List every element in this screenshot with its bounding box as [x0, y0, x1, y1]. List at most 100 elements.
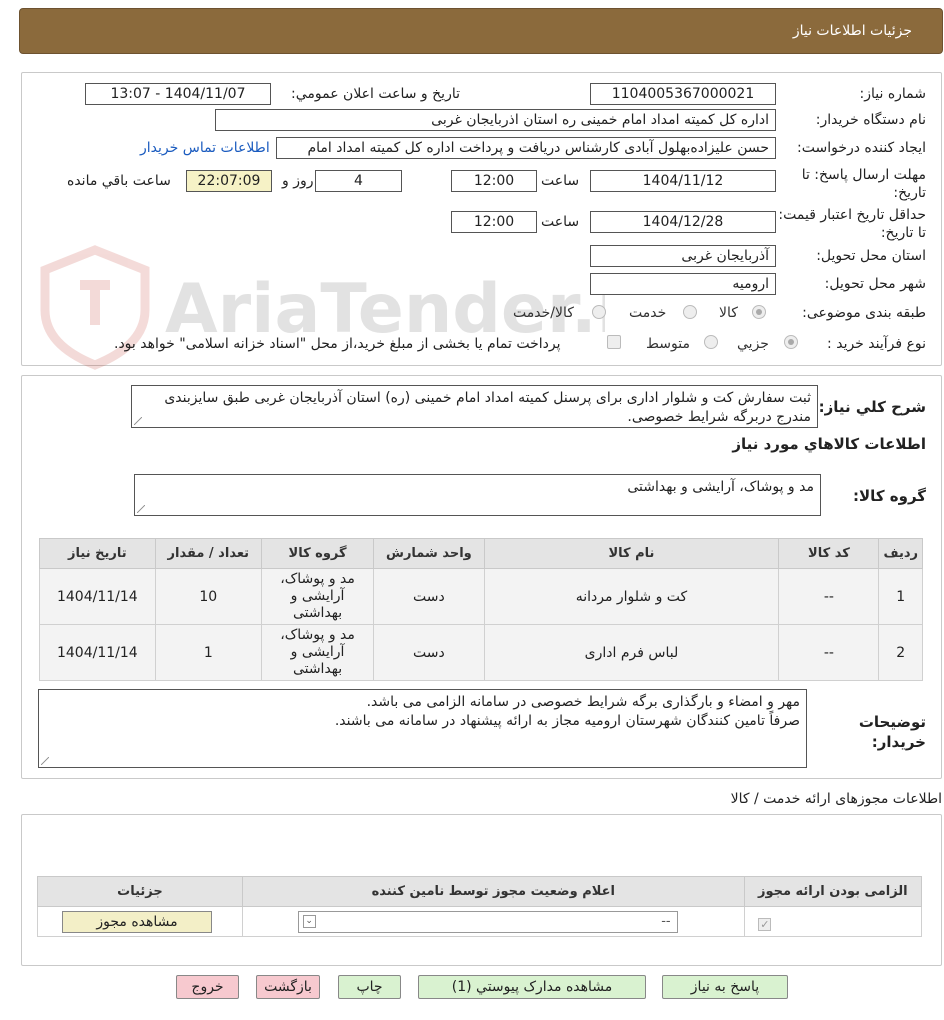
table-row: ✓ ⌄ -- مشاهده مجوز [37, 906, 923, 937]
cell-name: کت و شلوار مردانه [483, 568, 780, 625]
goods-group-text: مد و پوشاک، آرایشی و بهداشتی [627, 479, 814, 495]
cell-index: 1 [878, 568, 923, 625]
delivery-city-label: شهر محل تحویل: [824, 276, 926, 292]
cell-permit-required: ✓ [743, 906, 923, 937]
category-radio-service[interactable] [683, 305, 697, 319]
category-radio-goods-service[interactable] [592, 305, 606, 319]
buyer-notes-line-2: صرفاً تامین کنندگان شهرستان ارومیه مجاز … [334, 713, 800, 729]
treasury-bonds-checkbox[interactable] [607, 335, 621, 349]
price-validity-time-label: ساعت [541, 214, 580, 230]
view-permit-button[interactable]: مشاهده مجوز [62, 910, 212, 933]
col-index: ردیف [878, 538, 923, 569]
process-radio-minor[interactable] [784, 335, 798, 349]
deadline-time-label: ساعت [541, 173, 580, 189]
col-name: نام کالا [483, 538, 780, 569]
remaining-time-field: 22:07:09 [186, 170, 272, 192]
description-label: شرح کلي نیاز: [818, 398, 926, 416]
view-attachments-button[interactable]: مشاهده مدارک پیوستي (1) [418, 975, 646, 999]
cell-date: 1404/11/14 [39, 624, 156, 681]
buyer-notes-line-1: مهر و امضاء و بارگذاری برگه شرایط خصوصی … [366, 694, 800, 710]
price-validity-time-field: 12:00 [451, 211, 537, 233]
buyer-org-field: اداره کل کمیته امداد امام خمینی ره استان… [215, 109, 776, 131]
exit-button[interactable]: خروج [176, 975, 239, 999]
col-unit: واحد شمارش [373, 538, 485, 569]
price-validity-label: حداقل تاریخ اعتبار قیمت: تا تاریخ: [778, 207, 926, 241]
goods-table: ردیف کد کالا نام کالا واحد شمارش گروه کا… [39, 538, 923, 681]
permit-status-select[interactable]: ⌄ -- [297, 910, 678, 933]
description-textarea[interactable]: ثبت سفارش کت و شلوار اداری برای پرسنل کم… [131, 385, 818, 428]
cell-group: مد و پوشاک، آرایشی و بهداشتی [260, 624, 375, 681]
cell-group: مد و پوشاک، آرایشی و بهداشتی [260, 568, 375, 625]
process-option-minor: جزیي [737, 336, 769, 352]
creator-label: ایجاد کننده درخواست: [797, 140, 926, 156]
process-option-medium: متوسط [646, 336, 690, 352]
permit-status-value: -- [661, 913, 671, 929]
buyer-notes-textarea[interactable]: مهر و امضاء و بارگذاری برگه شرایط خصوصی … [38, 689, 807, 768]
col-permit-details: جزئیات [37, 876, 243, 907]
cell-permit-status: ⌄ -- [241, 906, 745, 937]
col-permit-status: اعلام وضعیت مجوز توسط نامین کننده [241, 876, 745, 907]
buyer-org-label: نام دستگاه خریدار: [815, 112, 926, 128]
category-option-goods-service: کالا/خدمت [513, 305, 574, 321]
description-text: ثبت سفارش کت و شلوار اداری برای پرسنل کم… [164, 390, 811, 425]
days-label: روز و [282, 173, 314, 189]
cell-code: -- [778, 568, 880, 625]
table-row: 2 -- لباس فرم اداری دست مد و پوشاک، آرای… [39, 624, 923, 681]
announce-date-label: تاریخ و ساعت اعلان عمومي: [291, 86, 460, 102]
remaining-time-label: ساعت باقي مانده [67, 173, 171, 189]
goods-table-header: ردیف کد کالا نام کالا واحد شمارش گروه کا… [39, 538, 923, 569]
deadline-date-field: 1404/11/12 [590, 170, 776, 192]
buyer-notes-label: توضیحات خریدار: [858, 713, 926, 751]
buyer-contact-link[interactable]: اطلاعات تماس خریدار [140, 140, 270, 156]
col-date: تاریخ نیاز [39, 538, 156, 569]
reply-to-need-button[interactable]: پاسخ به نیاز [662, 975, 788, 999]
col-code: کد کالا [778, 538, 880, 569]
announce-date-field: 1404/11/07 - 13:07 [85, 83, 271, 105]
print-button[interactable]: چاپ [338, 975, 401, 999]
goods-section-title: اطلاعات کالاهاي مورد نیاز [732, 435, 926, 453]
cell-index: 2 [878, 624, 923, 681]
price-validity-date-field: 1404/12/28 [590, 211, 776, 233]
goods-group-textarea[interactable]: مد و پوشاک، آرایشی و بهداشتی [134, 474, 821, 516]
resize-grip-icon[interactable] [137, 505, 145, 513]
delivery-city-field: ارومیه [590, 273, 776, 295]
cell-permit-details: مشاهده مجوز [37, 906, 243, 937]
process-radio-medium[interactable] [704, 335, 718, 349]
delivery-province-label: استان محل تحویل: [816, 248, 926, 264]
cell-name: لباس فرم اداری [483, 624, 780, 681]
category-label: طبقه بندی موضوعی: [802, 305, 926, 321]
delivery-province-field: آذربایجان غربی [590, 245, 776, 267]
cell-unit: دست [373, 568, 485, 625]
col-group: گروه کالا [260, 538, 375, 569]
cell-code: -- [778, 624, 880, 681]
page-title: جزئیات اطلاعات نیاز [792, 23, 912, 39]
cell-unit: دست [373, 624, 485, 681]
cell-date: 1404/11/14 [39, 568, 156, 625]
deadline-time-field: 12:00 [451, 170, 537, 192]
resize-grip-icon[interactable] [134, 417, 142, 425]
permit-required-checkbox[interactable]: ✓ [758, 917, 772, 931]
creator-field: حسن علیزاده‌بهلول آبادی کارشناس دریافت و… [276, 137, 776, 159]
cell-qty: 10 [154, 568, 262, 625]
category-radio-goods[interactable] [752, 305, 766, 319]
cell-qty: 1 [154, 624, 262, 681]
treasury-bonds-note: پرداخت تمام یا بخشی از مبلغ خرید،از محل … [114, 336, 561, 352]
days-remaining-field: 4 [315, 170, 402, 192]
purchase-process-label: نوع فرآیند خرید : [827, 336, 926, 352]
category-option-service: خدمت [629, 305, 667, 321]
resize-grip-icon[interactable] [41, 757, 49, 765]
chevron-down-icon: ⌄ [302, 914, 316, 928]
back-button[interactable]: بازگشت [256, 975, 320, 999]
permits-table-header: الزامی بودن ارائه مجوز اعلام وضعیت مجوز … [37, 876, 923, 907]
permits-table: الزامی بودن ارائه مجوز اعلام وضعیت مجوز … [37, 876, 923, 937]
deadline-label: مهلت ارسال پاسخ: تا تاریخ: [801, 167, 926, 201]
need-number-field: 1104005367000021 [590, 83, 776, 105]
permits-section-title: اطلاعات مجوزهای ارائه خدمت / کالا [730, 791, 942, 807]
page-header: جزئیات اطلاعات نیاز [19, 8, 943, 54]
need-number-label: شماره نیاز: [859, 86, 927, 102]
category-option-goods: کالا [719, 305, 738, 321]
col-permit-required: الزامی بودن ارائه مجوز [743, 876, 923, 907]
table-row: 1 -- کت و شلوار مردانه دست مد و پوشاک، آ… [39, 568, 923, 625]
goods-group-label: گروه کالا: [853, 487, 926, 505]
col-qty: تعداد / مقدار [154, 538, 262, 569]
